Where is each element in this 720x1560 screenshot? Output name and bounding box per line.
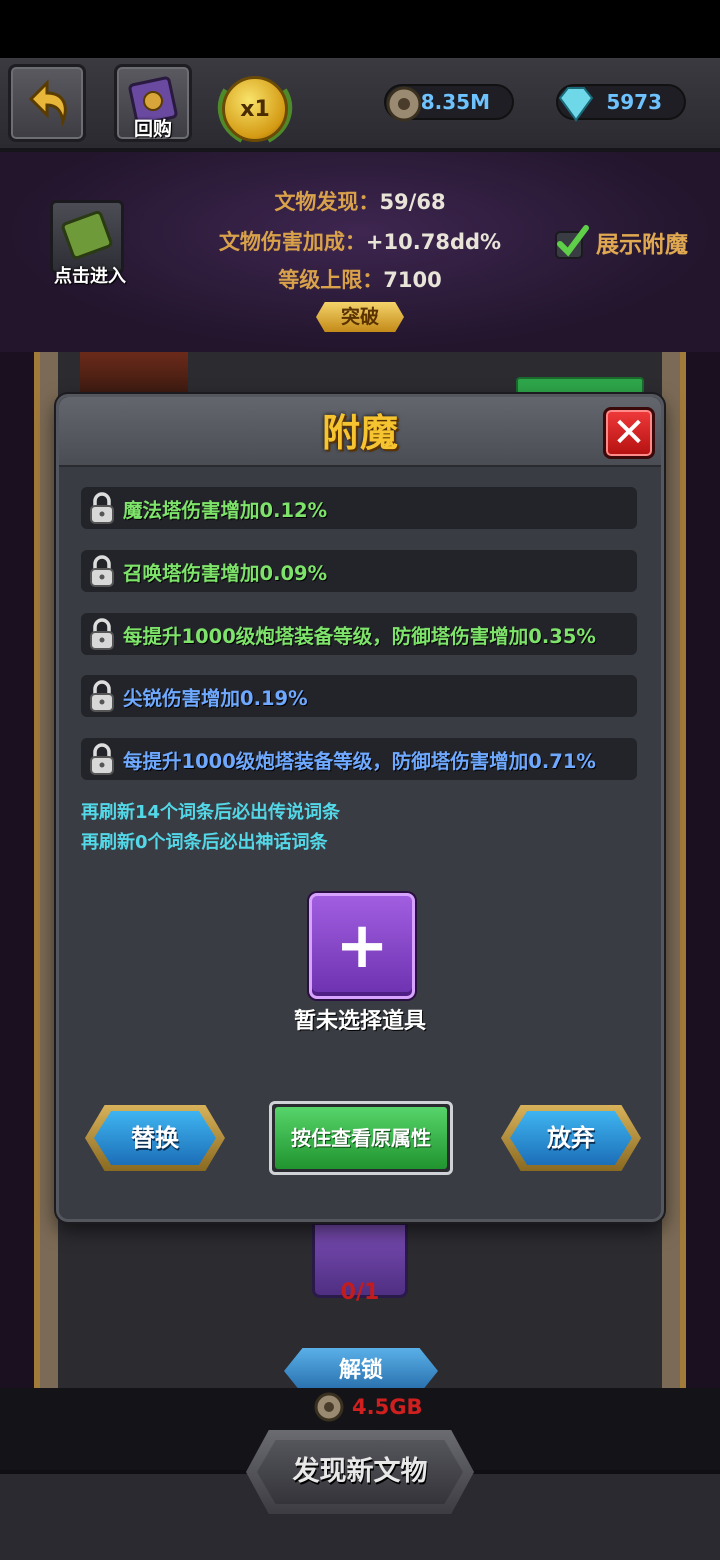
legend-pity-note: 再刷新14个词条后必出传说词条 (81, 802, 341, 823)
diamond-icon (558, 87, 594, 122)
replace-label: 替换 (94, 1111, 216, 1165)
abandon-label: 放弃 (510, 1111, 632, 1165)
plus-icon: + (335, 909, 389, 983)
padlock-icon[interactable] (81, 675, 123, 717)
affix-text: 召唤塔伤害增加0.09% (123, 561, 328, 585)
gear-coin-icon (314, 1392, 344, 1422)
breakthrough-button[interactable]: 突破 (316, 302, 404, 332)
discover-cost-value: 4.5GB (352, 1395, 423, 1419)
affix-row[interactable]: 召唤塔伤害增加0.09% (81, 550, 637, 592)
affix-row[interactable]: 尖锐伤害增加0.19% (81, 675, 637, 717)
rebuy-label: 回购 (133, 118, 172, 140)
padlock-icon[interactable] (81, 613, 123, 655)
checkmark-icon (555, 225, 589, 259)
back-button[interactable] (8, 64, 86, 142)
padlock-icon[interactable] (81, 738, 123, 780)
damage-key: 文物伤害加成： (218, 230, 366, 254)
discover-new-relic-button[interactable]: 发现新文物 (246, 1430, 474, 1514)
gold-counter: 318.35M (384, 84, 514, 122)
affix-text: 每提升1000级炮塔装备等级，防御塔伤害增加0.71% (123, 749, 596, 773)
no-item-selected-label: 暂未选择道具 (293, 1009, 426, 1034)
discovery-line: 文物发现：59/68 (0, 186, 720, 216)
undo-arrow-icon (28, 79, 67, 127)
affix-text: 每提升1000级炮塔装备等级，防御塔伤害增加0.35% (123, 624, 596, 648)
gem-counter: 5973 (556, 84, 686, 122)
gem-amount: 5973 (606, 90, 662, 114)
discovery-value: 59/68 (379, 190, 446, 214)
affix-row[interactable]: 每提升1000级炮塔装备等级，防御塔伤害增加0.71% (81, 738, 637, 780)
abandon-button[interactable]: 放弃 (501, 1105, 641, 1171)
breakthrough-label: 突破 (340, 306, 379, 328)
discovery-key: 文物发现： (274, 190, 380, 214)
replace-button[interactable]: 替换 (85, 1105, 225, 1171)
padlock-icon[interactable] (81, 550, 123, 592)
show-enchant-toggle[interactable]: 展示附魔 (552, 222, 688, 262)
discover-new-relic-label: 发现新文物 (257, 1440, 463, 1504)
show-enchant-label: 展示附魔 (596, 232, 688, 258)
top-bar: 回购 x1 318.35M 5973 (0, 58, 720, 152)
add-item-slot[interactable]: + (309, 893, 415, 999)
unlock-label: 解锁 (338, 1358, 383, 1383)
speed-toggle[interactable]: x1 (222, 76, 288, 142)
affix-row[interactable]: 魔法塔伤害增加0.12% (81, 487, 637, 529)
affix-text: 尖锐伤害增加0.19% (123, 686, 308, 710)
close-icon: ✕ (612, 410, 646, 456)
rebuy-button[interactable]: 回购 (114, 64, 192, 142)
myth-pity-note: 再刷新0个词条后必出神话词条 (81, 832, 328, 853)
discover-cost: 4.5GB (312, 1390, 422, 1424)
gear-coin-icon (386, 86, 422, 122)
padlock-icon[interactable] (81, 487, 123, 529)
background-relic-card (80, 352, 188, 396)
status-bar (0, 0, 720, 58)
close-button[interactable]: ✕ (603, 407, 655, 459)
damage-value: +10.78dd% (365, 230, 502, 254)
hold-to-view-original-label: 按住查看原属性 (275, 1107, 447, 1169)
level-cap-line: 等级上限：7100 (0, 264, 720, 294)
relic-count: 0/1 (340, 1280, 380, 1305)
level-cap-key: 等级上限： (278, 268, 384, 292)
affix-text: 魔法塔伤害增加0.12% (123, 498, 328, 522)
relic-info: 点击进入 文物发现：59/68 文物伤害加成：+10.78dd% 等级上限：71… (0, 152, 720, 352)
speed-label: x1 (240, 96, 270, 122)
dialog-title: 附魔 (321, 411, 398, 455)
level-cap-value: 7100 (383, 268, 442, 292)
hold-to-view-original-button[interactable]: 按住查看原属性 (269, 1101, 453, 1175)
enchant-dialog: 附魔 ✕ 魔法塔伤害增加0.12% 召唤塔伤害增加0.09% 每提升1000级炮… (56, 394, 664, 1222)
affix-row[interactable]: 每提升1000级炮塔装备等级，防御塔伤害增加0.35% (81, 613, 637, 655)
